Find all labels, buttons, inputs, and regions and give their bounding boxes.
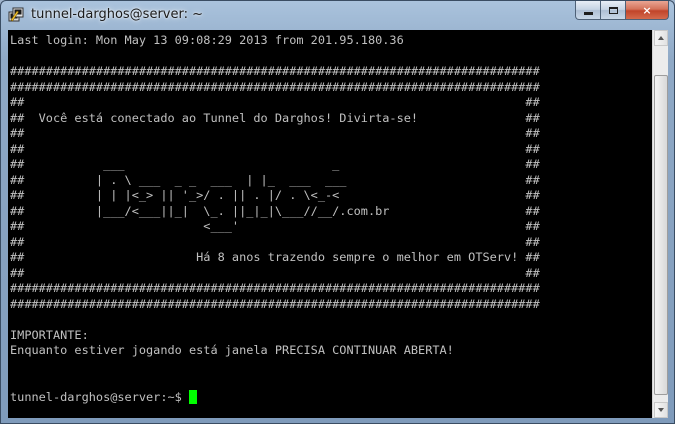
close-icon: ×: [642, 3, 652, 17]
minimize-button[interactable]: [575, 1, 601, 20]
vertical-scrollbar[interactable]: [652, 30, 668, 418]
terminal-line: ## ##: [10, 126, 540, 140]
terminal-line: Last login: Mon May 13 09:08:29 2013 fro…: [10, 33, 404, 47]
terminal-line: ## ##: [10, 95, 540, 109]
scroll-up-arrow-icon[interactable]: [654, 30, 668, 46]
terminal-line: ## | . \ ___ _ _ ___ | |_ ___ ___ ##: [10, 172, 540, 187]
terminal-line: ## |___/<___||_| \_. ||_|_|\___//__/.com…: [10, 203, 540, 218]
terminal-line: ########################################…: [10, 79, 540, 94]
terminal-line: ## | | |<_> || '_>/ . || . |/ . \<_-< ##: [10, 188, 540, 202]
close-button[interactable]: ×: [626, 1, 669, 20]
window-controls: ×: [575, 1, 669, 21]
minimize-icon: [583, 11, 593, 15]
terminal-line: ########################################…: [10, 296, 540, 311]
terminal-line: ########################################…: [10, 64, 540, 78]
terminal-client-area: Last login: Mon May 13 09:08:29 2013 fro…: [8, 30, 668, 418]
terminal-line: ## ##: [10, 234, 540, 249]
putty-terminal-icon[interactable]: [8, 7, 24, 23]
terminal-prompt-line[interactable]: tunnel-darghos@server:~$: [10, 389, 540, 406]
terminal-line: ## ##: [10, 141, 540, 156]
window-title: tunnel-darghos@server: ~: [31, 7, 203, 22]
terminal-line: ########################################…: [10, 281, 540, 295]
terminal-output[interactable]: Last login: Mon May 13 09:08:29 2013 fro…: [8, 30, 655, 418]
terminal-line: IMPORTANTE:: [10, 327, 89, 342]
terminal-window: tunnel-darghos@server: ~ × Last login: M…: [0, 0, 675, 424]
terminal-line: ## ___ _ ##: [10, 157, 540, 171]
terminal-line: ## <___' ##: [10, 219, 540, 233]
shell-prompt: tunnel-darghos@server:~$: [10, 389, 189, 404]
title-bar[interactable]: tunnel-darghos@server: ~ ×: [1, 1, 674, 31]
scrollbar-thumb[interactable]: [654, 75, 668, 395]
maximize-button[interactable]: [601, 1, 626, 20]
terminal-line: ## Há 8 anos trazendo sempre o melhor em…: [10, 250, 540, 264]
scroll-down-arrow-icon[interactable]: [654, 402, 668, 418]
terminal-line: ## Você está conectado ao Tunnel do Darg…: [10, 110, 540, 125]
terminal-line: Enquanto estiver jogando está janela PRE…: [10, 343, 454, 357]
terminal-line: ## ##: [10, 265, 540, 280]
terminal-lines: Last login: Mon May 13 09:08:29 2013 fro…: [10, 33, 540, 405]
text-cursor: [188, 389, 197, 404]
maximize-icon: [608, 6, 618, 14]
